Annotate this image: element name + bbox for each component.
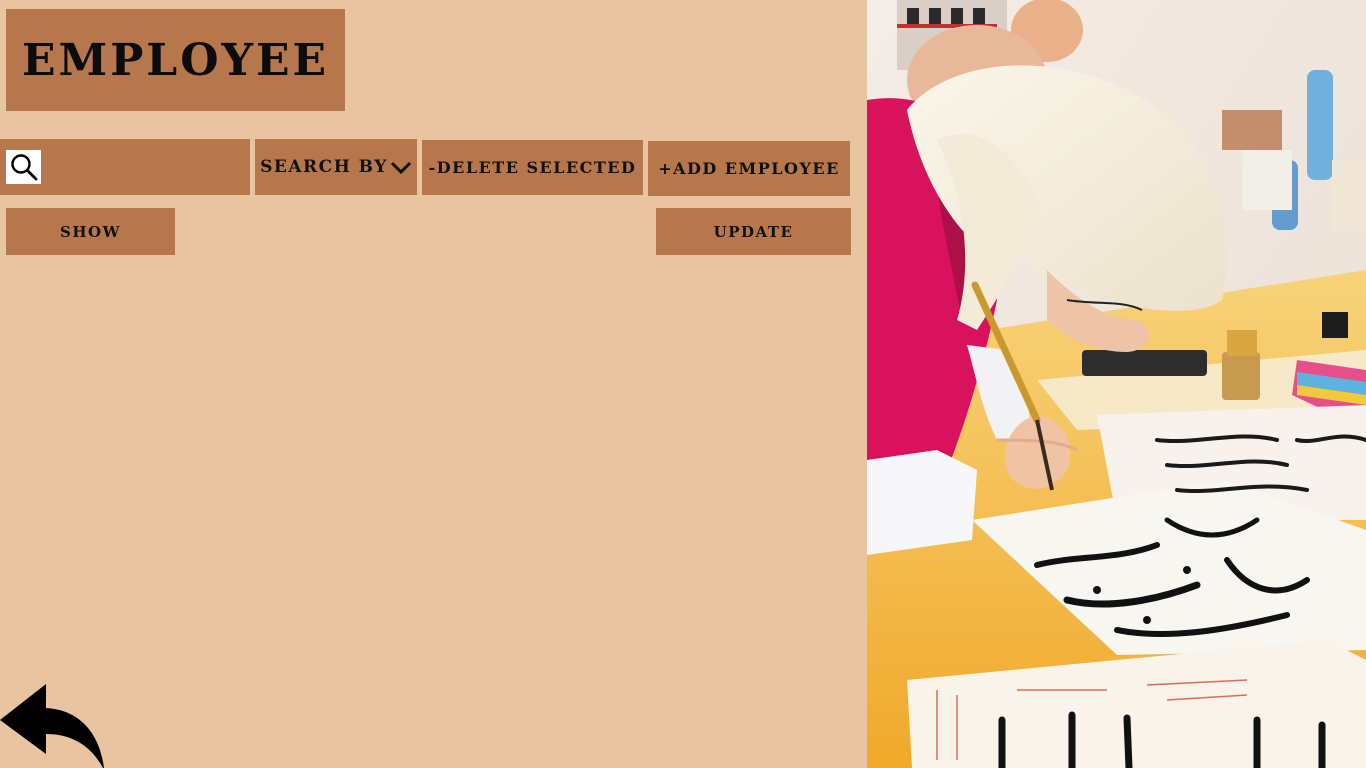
search-icon[interactable]: [6, 150, 41, 184]
page-title-box: EMPLOYEE: [6, 9, 345, 111]
search-field[interactable]: [0, 139, 250, 195]
show-button[interactable]: SHOW: [6, 208, 175, 255]
delete-selected-button[interactable]: -DELETE SELECTED: [422, 140, 643, 195]
add-employee-button[interactable]: +ADD EMPLOYEE: [648, 141, 850, 196]
page-title: EMPLOYEE: [21, 34, 330, 86]
delete-selected-label: -DELETE SELECTED: [428, 158, 637, 177]
update-label: UPDATE: [713, 222, 794, 241]
search-by-label: SEARCH BY: [260, 157, 388, 177]
search-by-dropdown[interactable]: SEARCH BY: [255, 139, 417, 195]
search-input[interactable]: [46, 147, 246, 189]
calligraphy-photo: [867, 0, 1366, 768]
show-label: SHOW: [60, 222, 121, 241]
back-arrow-icon[interactable]: [0, 680, 106, 768]
update-button[interactable]: UPDATE: [656, 208, 851, 255]
add-employee-label: +ADD EMPLOYEE: [658, 159, 840, 178]
chevron-down-icon: [390, 160, 412, 174]
